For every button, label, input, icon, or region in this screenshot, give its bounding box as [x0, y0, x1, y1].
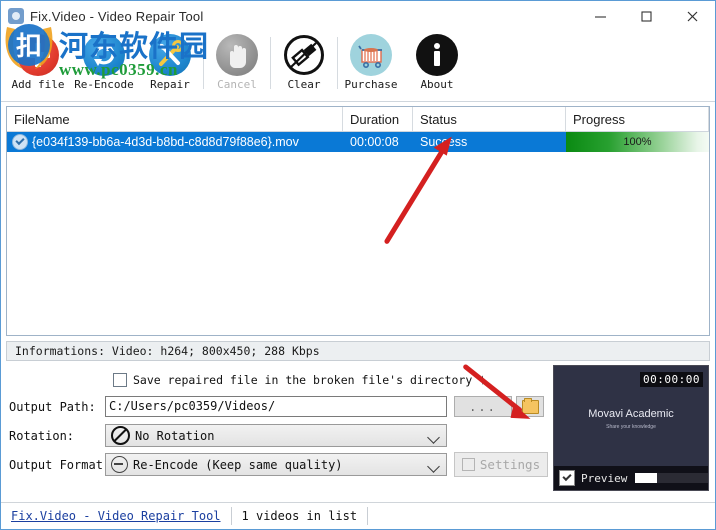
output-format-value: Re-Encode (Keep same quality) — [133, 458, 343, 472]
add-file-icon — [17, 34, 59, 76]
toolbar-label-about: About — [420, 78, 453, 91]
settings-icon — [462, 458, 475, 471]
format-icon — [111, 456, 128, 473]
file-list-header: FileName Duration Status Progress — [7, 107, 709, 132]
progress-label: 100% — [566, 136, 709, 148]
main-toolbar: Add file Re-Encode — [1, 31, 715, 102]
re-encode-icon — [83, 34, 125, 76]
minimize-button[interactable] — [577, 1, 623, 31]
information-bar: Informations: Video: h264; 800x450; 288 … — [6, 341, 710, 361]
filename-text: {e034f139-bb6a-4d3d-b8bd-c8d8d79f88e6}.m… — [32, 135, 299, 149]
output-path-input[interactable]: C:/Users/pc0359/Videos/ — [105, 396, 447, 417]
toolbar-label-clear: Clear — [287, 78, 320, 91]
output-format-select[interactable]: Re-Encode (Keep same quality) — [105, 453, 447, 476]
column-header-progress[interactable]: Progress — [566, 107, 709, 131]
toolbar-button-about[interactable]: About — [404, 31, 470, 102]
toolbar-button-repair[interactable]: Repair — [137, 31, 203, 102]
toolbar-button-clear[interactable]: Clear — [271, 31, 337, 102]
toolbar-label-purchase: Purchase — [345, 78, 398, 91]
status-bar-link[interactable]: Fix.Video - Video Repair Tool — [11, 509, 221, 523]
maximize-button[interactable] — [623, 1, 669, 31]
browse-button[interactable]: ... — [454, 396, 512, 417]
preview-checkbox-label: Preview — [581, 472, 627, 485]
window-title: Fix.Video - Video Repair Tool — [30, 9, 203, 24]
cell-filename: {e034f139-bb6a-4d3d-b8bd-c8d8d79f88e6}.m… — [7, 132, 343, 152]
rotation-label: Rotation: — [9, 429, 105, 443]
status-bar-separator — [367, 507, 368, 525]
preview-controls: Preview — [554, 466, 708, 490]
clear-icon — [283, 34, 325, 76]
toolbar-button-add-file[interactable]: Add file — [5, 31, 71, 102]
toolbar-button-purchase[interactable]: Purchase — [338, 31, 404, 102]
about-icon — [416, 34, 458, 76]
rotation-select[interactable]: No Rotation — [105, 424, 447, 447]
output-path-label: Output Path: — [9, 400, 105, 414]
settings-label: Settings — [480, 457, 540, 472]
application-window: Fix.Video - Video Repair Tool Add file — [0, 0, 716, 530]
cell-status: Success — [413, 132, 566, 152]
no-rotation-icon — [111, 426, 130, 445]
chevron-down-icon — [427, 460, 440, 473]
toolbar-label-re-encode: Re-Encode — [74, 78, 134, 91]
column-header-duration[interactable]: Duration — [343, 107, 413, 131]
output-format-label: Output Format: — [9, 458, 105, 472]
success-check-icon — [12, 134, 28, 150]
column-header-filename[interactable]: FileName — [7, 107, 343, 131]
preview-seek-handle[interactable] — [635, 473, 657, 483]
status-bar-separator — [231, 507, 232, 525]
preview-tagline-text: Share your knowledge — [554, 424, 708, 430]
file-list[interactable]: FileName Duration Status Progress {e034f… — [6, 106, 710, 336]
column-header-status[interactable]: Status — [413, 107, 566, 131]
cancel-icon — [216, 34, 258, 76]
folder-icon — [522, 400, 539, 414]
title-bar: Fix.Video - Video Repair Tool — [1, 1, 715, 31]
purchase-icon — [350, 34, 392, 76]
preview-brand-text: Movavi Academic — [554, 408, 708, 420]
preview-checkbox[interactable] — [559, 470, 575, 486]
repair-icon — [149, 34, 191, 76]
cell-progress: 100% — [566, 132, 709, 152]
window-controls — [577, 1, 715, 31]
save-in-broken-dir-label: Save repaired file in the broken file's … — [133, 373, 483, 387]
app-logo-icon — [8, 8, 24, 24]
rotation-value: No Rotation — [135, 429, 214, 443]
toolbar-label-add-file: Add file — [12, 78, 65, 91]
save-in-broken-dir-checkbox[interactable] — [113, 373, 127, 387]
preview-timecode: 00:00:00 — [640, 372, 703, 387]
status-bar-count: 1 videos in list — [242, 509, 358, 523]
preview-screen: 00:00:00 Movavi Academic Share your know… — [554, 366, 708, 466]
toolbar-button-re-encode[interactable]: Re-Encode — [71, 31, 137, 102]
status-bar: Fix.Video - Video Repair Tool 1 videos i… — [1, 502, 715, 529]
open-folder-button[interactable] — [516, 396, 544, 417]
preview-panel[interactable]: 00:00:00 Movavi Academic Share your know… — [553, 365, 709, 491]
cell-duration: 00:00:08 — [343, 132, 413, 152]
toolbar-label-repair: Repair — [150, 78, 190, 91]
toolbar-button-cancel[interactable]: Cancel — [204, 31, 270, 102]
table-row[interactable]: {e034f139-bb6a-4d3d-b8bd-c8d8d79f88e6}.m… — [7, 132, 709, 152]
chevron-down-icon — [427, 431, 440, 444]
close-button[interactable] — [669, 1, 715, 31]
settings-button[interactable]: Settings — [454, 452, 548, 477]
toolbar-label-cancel: Cancel — [217, 78, 257, 91]
preview-seek-slider[interactable] — [635, 473, 708, 483]
